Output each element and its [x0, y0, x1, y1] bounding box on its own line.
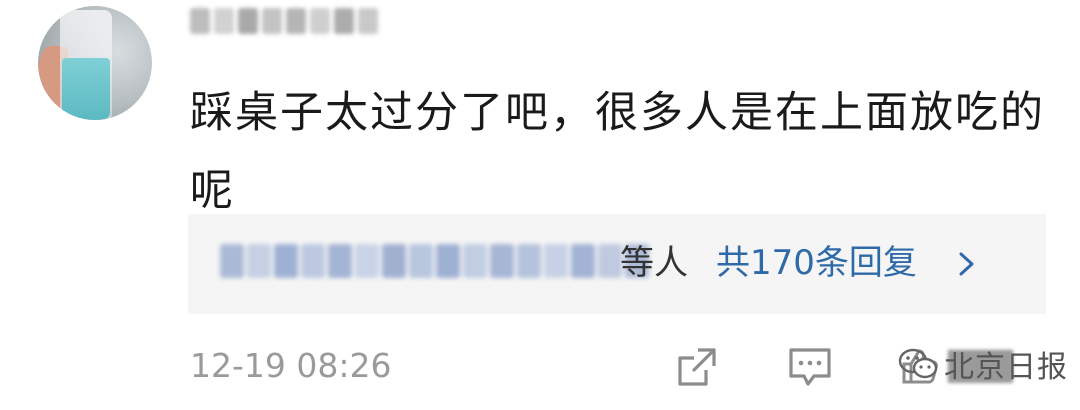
- reply-names-blurred: [220, 244, 649, 278]
- reply-icon[interactable]: [788, 346, 832, 388]
- reply-name-block: [247, 244, 271, 278]
- reply-name-block: [382, 244, 406, 278]
- username-block: [310, 8, 330, 34]
- reply-name-block: [571, 244, 595, 278]
- reply-name-block: [301, 244, 325, 278]
- replies-summary[interactable]: 等人 共170条回复: [188, 214, 1046, 314]
- watermark: 北京日报: [898, 342, 1068, 386]
- watermark-text: 北京日报: [944, 350, 1068, 385]
- username-block: [214, 8, 234, 34]
- reply-name-block: [598, 244, 622, 278]
- username-block: [286, 8, 306, 34]
- reply-count-link[interactable]: 共170条回复: [716, 241, 917, 285]
- reply-name-block: [274, 244, 298, 278]
- username-block: [334, 8, 354, 34]
- reply-name-block: [436, 244, 460, 278]
- reply-name-block: [544, 244, 568, 278]
- username-blurred[interactable]: [190, 8, 378, 34]
- reply-name-block: [463, 244, 487, 278]
- comment-timestamp: 12-19 08:26: [190, 346, 392, 385]
- reply-name-block: [409, 244, 433, 278]
- share-icon[interactable]: [676, 346, 718, 388]
- reply-name-block: [220, 244, 244, 278]
- username-block: [190, 8, 210, 34]
- comment-text: 踩桌子太过分了吧，很多人是在上面放吃的呢: [190, 88, 1045, 216]
- username-block: [238, 8, 258, 34]
- username-block: [262, 8, 282, 34]
- username-block: [358, 8, 378, 34]
- reply-name-block: [328, 244, 352, 278]
- wechat-icon: [898, 348, 938, 379]
- reply-names-suffix: 等人: [620, 243, 688, 283]
- chevron-right-icon[interactable]: [955, 250, 979, 278]
- reply-name-block: [355, 244, 379, 278]
- reply-name-block: [490, 244, 514, 278]
- reply-name-block: [517, 244, 541, 278]
- avatar[interactable]: [38, 6, 152, 120]
- avatar-drink: [62, 58, 110, 120]
